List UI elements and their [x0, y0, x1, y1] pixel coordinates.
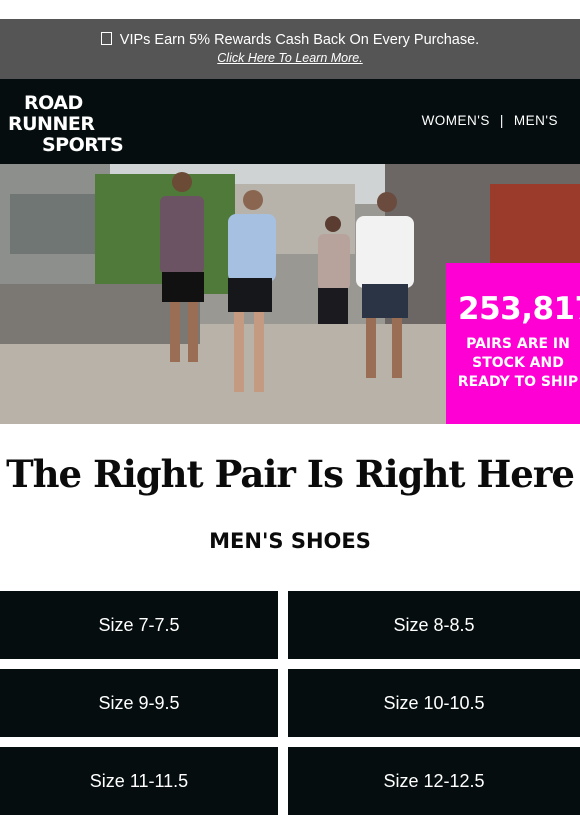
logo-line-2: RUNNER	[8, 113, 95, 135]
learn-more-link[interactable]: Click Here To Learn More.	[217, 51, 362, 65]
promo-text: VIPs Earn 5% Rewards Cash Back On Every …	[119, 32, 480, 48]
size-button-9[interactable]: Size 9-9.5	[0, 669, 278, 737]
promo-banner: VIPs Earn 5% Rewards Cash Back On Every …	[0, 19, 580, 79]
size-button-12[interactable]: Size 12-12.5	[288, 747, 580, 815]
hero-banner[interactable]: 253,817 PAIRS ARE IN STOCK AND READY TO …	[0, 164, 580, 424]
size-button-10[interactable]: Size 10-10.5	[288, 669, 580, 737]
top-spacer	[0, 0, 580, 19]
gift-icon	[100, 32, 112, 45]
size-button-7[interactable]: Size 7-7.5	[0, 591, 278, 659]
stock-caption-line-1: PAIRS ARE IN	[466, 336, 570, 352]
stock-count: 253,817	[458, 291, 580, 327]
stock-badge: 253,817 PAIRS ARE IN STOCK AND READY TO …	[446, 263, 580, 424]
nav-mens[interactable]: MEN'S	[514, 113, 558, 128]
header: ROAD RUNNER SPORTS WOMEN'S | MEN'S	[0, 79, 580, 164]
section-title: MEN'S SHOES	[209, 529, 371, 553]
road-runner-sports-logo[interactable]: ROAD RUNNER SPORTS	[8, 92, 124, 156]
logo-line-1: ROAD	[24, 92, 83, 114]
logo-line-3: SPORTS	[42, 134, 124, 156]
nav-womens[interactable]: WOMEN'S	[422, 113, 490, 128]
headline: The Right Pair Is Right Here	[6, 452, 575, 496]
stock-caption: PAIRS ARE IN STOCK AND READY TO SHIP	[446, 335, 580, 392]
size-button-8[interactable]: Size 8-8.5	[288, 591, 580, 659]
promo-line: VIPs Earn 5% Rewards Cash Back On Every …	[0, 31, 580, 49]
size-button-11[interactable]: Size 11-11.5	[0, 747, 278, 815]
nav-separator: |	[499, 113, 504, 128]
stock-caption-line-2: STOCK AND	[472, 355, 564, 371]
stock-caption-line-3: READY TO SHIP	[457, 374, 579, 390]
main-nav: WOMEN'S | MEN'S	[422, 113, 558, 128]
